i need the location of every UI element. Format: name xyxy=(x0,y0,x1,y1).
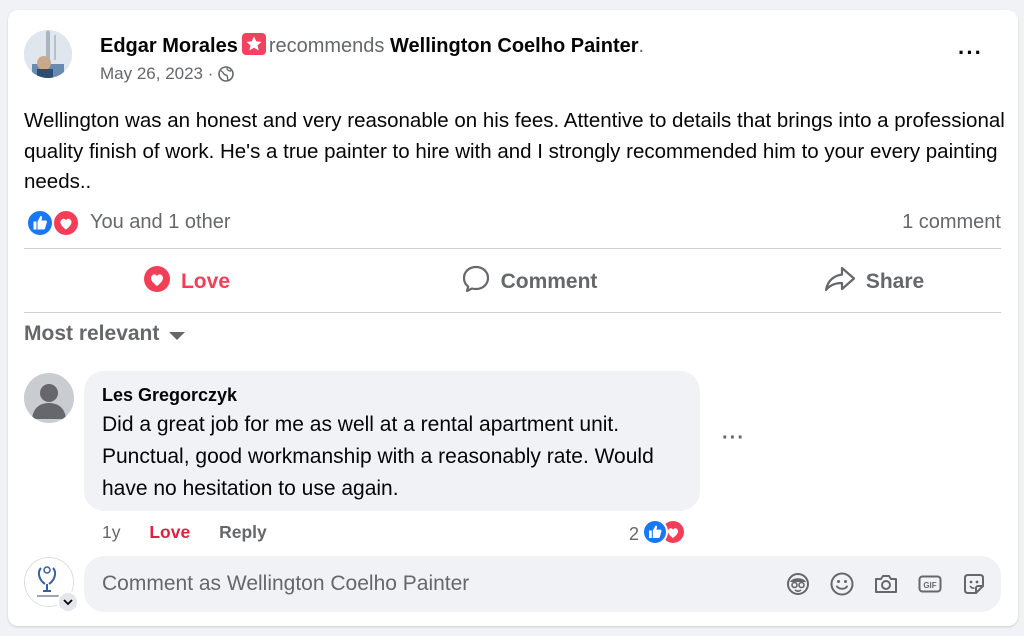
svg-text:GIF: GIF xyxy=(923,581,936,590)
comment-reply-button[interactable]: Reply xyxy=(219,522,267,542)
divider-top xyxy=(24,248,1001,249)
reaction-icons[interactable] xyxy=(24,208,80,243)
profile-switch-chevron-icon[interactable] xyxy=(57,591,79,613)
sort-label: Most relevant xyxy=(24,322,160,345)
recommends-label: recommends xyxy=(268,35,385,57)
chevron-down-icon xyxy=(169,331,186,340)
post-date-line: May 26, 2023 · xyxy=(100,64,234,87)
like-love-reaction-icons xyxy=(641,518,687,551)
globe-icon xyxy=(218,66,234,87)
post-header-line: Edgar Morales recommends Wellington Coelh… xyxy=(100,33,644,58)
commenter-avatar[interactable] xyxy=(24,373,74,423)
comment-button-label: Comment xyxy=(500,270,598,293)
emoji-icon[interactable] xyxy=(828,570,856,598)
divider-bottom xyxy=(24,312,1001,313)
header-period: . xyxy=(638,35,645,57)
comment-reactions[interactable]: 2 xyxy=(629,518,687,551)
comment-button[interactable]: Comment xyxy=(399,254,659,310)
reactions-summary: You and 1 other 1 comment xyxy=(24,206,1001,238)
comment-count[interactable]: 1 comment xyxy=(902,211,1001,234)
action-bar: Love Comment Share xyxy=(24,254,1001,310)
recommend-star-icon xyxy=(241,33,266,55)
date-separator: · xyxy=(207,64,214,83)
post-more-options-icon[interactable]: ··· xyxy=(958,40,983,66)
author-avatar[interactable] xyxy=(24,30,72,78)
love-button[interactable]: Love xyxy=(24,254,349,310)
love-reaction-icon xyxy=(143,265,171,299)
love-button-label: Love xyxy=(180,270,230,293)
comment-meta: 1y Love Reply xyxy=(102,522,291,543)
post-date[interactable]: May 26, 2023 xyxy=(100,64,203,83)
avatar-sticker-icon[interactable] xyxy=(784,570,812,598)
share-button-label: Share xyxy=(865,270,925,293)
gif-icon[interactable]: GIF xyxy=(916,570,944,598)
comment-bubble-icon xyxy=(461,264,491,300)
page-name-link[interactable]: Wellington Coelho Painter xyxy=(390,35,639,57)
reaction-text[interactable]: You and 1 other xyxy=(90,211,231,234)
author-name[interactable]: Edgar Morales xyxy=(100,35,238,57)
comment-more-options-icon[interactable]: ··· xyxy=(722,427,745,450)
comment-time[interactable]: 1y xyxy=(102,522,120,542)
comment-text: Did a great job for me as well at a rent… xyxy=(102,413,654,500)
comment-bubble: Les Gregorczyk Did a great job for me as… xyxy=(84,371,700,511)
comment-composer: GIF xyxy=(84,556,1001,612)
comment-love-button[interactable]: Love xyxy=(149,522,190,542)
comment-sort-dropdown[interactable]: Most relevant xyxy=(24,322,186,346)
share-button[interactable]: Share xyxy=(744,254,1004,310)
camera-icon[interactable] xyxy=(872,570,900,598)
comment-input[interactable] xyxy=(102,572,752,596)
comment-author[interactable]: Les Gregorczyk xyxy=(102,385,237,406)
share-arrow-icon xyxy=(824,264,856,300)
sticker-icon[interactable] xyxy=(960,570,988,598)
comment-reaction-count: 2 xyxy=(629,524,640,544)
post-body: Wellington was an honest and very reason… xyxy=(24,109,1005,193)
